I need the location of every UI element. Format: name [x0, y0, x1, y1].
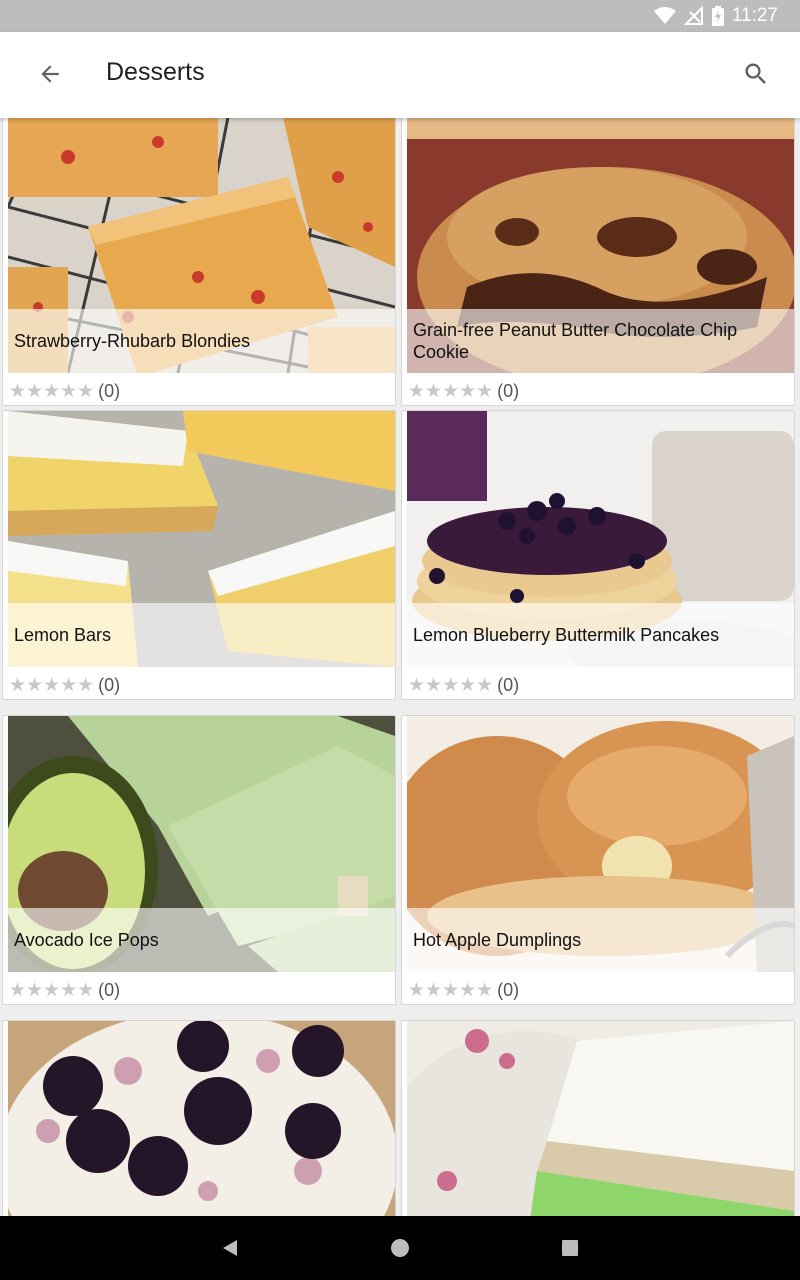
recipe-card[interactable] [2, 1020, 396, 1216]
system-nav-bar [0, 1216, 800, 1280]
recipe-card[interactable]: Grain-free Peanut Butter Chocolate Chip … [401, 118, 795, 406]
rating-count: (0) [497, 980, 520, 1000]
battery-icon [711, 6, 724, 26]
rating: ★★★★★ (0) [9, 674, 120, 697]
search-button[interactable] [732, 50, 780, 98]
recipe-title: Lemon Blueberry Buttermilk Pancakes [407, 603, 794, 667]
arrow-back-icon [41, 65, 59, 83]
nav-home-icon [391, 1239, 409, 1257]
star-icon: ★★★★★ [408, 675, 494, 696]
status-time: 11:27 [731, 5, 778, 26]
recipe-title: Strawberry-Rhubarb Blondies [8, 309, 395, 373]
rating-count: (0) [98, 980, 121, 1000]
page-title: Desserts [106, 58, 205, 86]
rating: ★★★★★ (0) [408, 380, 519, 403]
back-button[interactable] [26, 50, 74, 98]
nav-recents-icon [562, 1240, 578, 1256]
star-icon: ★★★★★ [9, 381, 95, 402]
rating: ★★★★★ (0) [408, 674, 519, 697]
rating-count: (0) [497, 381, 520, 401]
recipe-title: Avocado Ice Pops [8, 908, 395, 972]
star-icon: ★★★★★ [408, 980, 494, 1001]
recipe-image [8, 1021, 395, 1216]
star-icon: ★★★★★ [9, 675, 95, 696]
recipe-card[interactable]: Strawberry-Rhubarb Blondies ★★★★★ (0) [2, 118, 396, 406]
star-icon: ★★★★★ [9, 980, 95, 1001]
recipe-card[interactable]: Lemon Blueberry Buttermilk Pancakes ★★★★… [401, 410, 795, 700]
recipe-card[interactable]: Avocado Ice Pops ★★★★★ (0) [2, 715, 396, 1005]
rating: ★★★★★ (0) [9, 380, 120, 403]
wifi-icon [653, 7, 676, 25]
rating: ★★★★★ (0) [9, 979, 120, 1002]
nav-recents-button[interactable] [554, 1232, 586, 1264]
search-icon [745, 63, 766, 84]
recipe-title: Hot Apple Dumplings [407, 908, 794, 972]
recipe-image [407, 1021, 794, 1216]
nav-home-button[interactable] [384, 1232, 416, 1264]
star-icon: ★★★★★ [408, 381, 494, 402]
recipe-card[interactable] [401, 1020, 795, 1216]
rating: ★★★★★ (0) [408, 979, 519, 1002]
no-signal-icon [683, 6, 704, 26]
recipe-title: Grain-free Peanut Butter Chocolate Chip … [407, 309, 794, 373]
nav-back-button[interactable] [214, 1232, 246, 1264]
nav-back-icon [223, 1240, 237, 1256]
recipe-card[interactable]: Lemon Bars ★★★★★ (0) [2, 410, 396, 700]
recipe-grid: Strawberry-Rhubarb Blondies ★★★★★ (0) Gr… [0, 118, 800, 1216]
rating-count: (0) [98, 381, 121, 401]
status-bar: 11:27 [0, 0, 800, 32]
recipe-title: Lemon Bars [8, 603, 395, 667]
recipe-card[interactable]: Hot Apple Dumplings ★★★★★ (0) [401, 715, 795, 1005]
rating-count: (0) [497, 675, 520, 695]
rating-count: (0) [98, 675, 121, 695]
app-bar: Desserts [0, 32, 800, 118]
